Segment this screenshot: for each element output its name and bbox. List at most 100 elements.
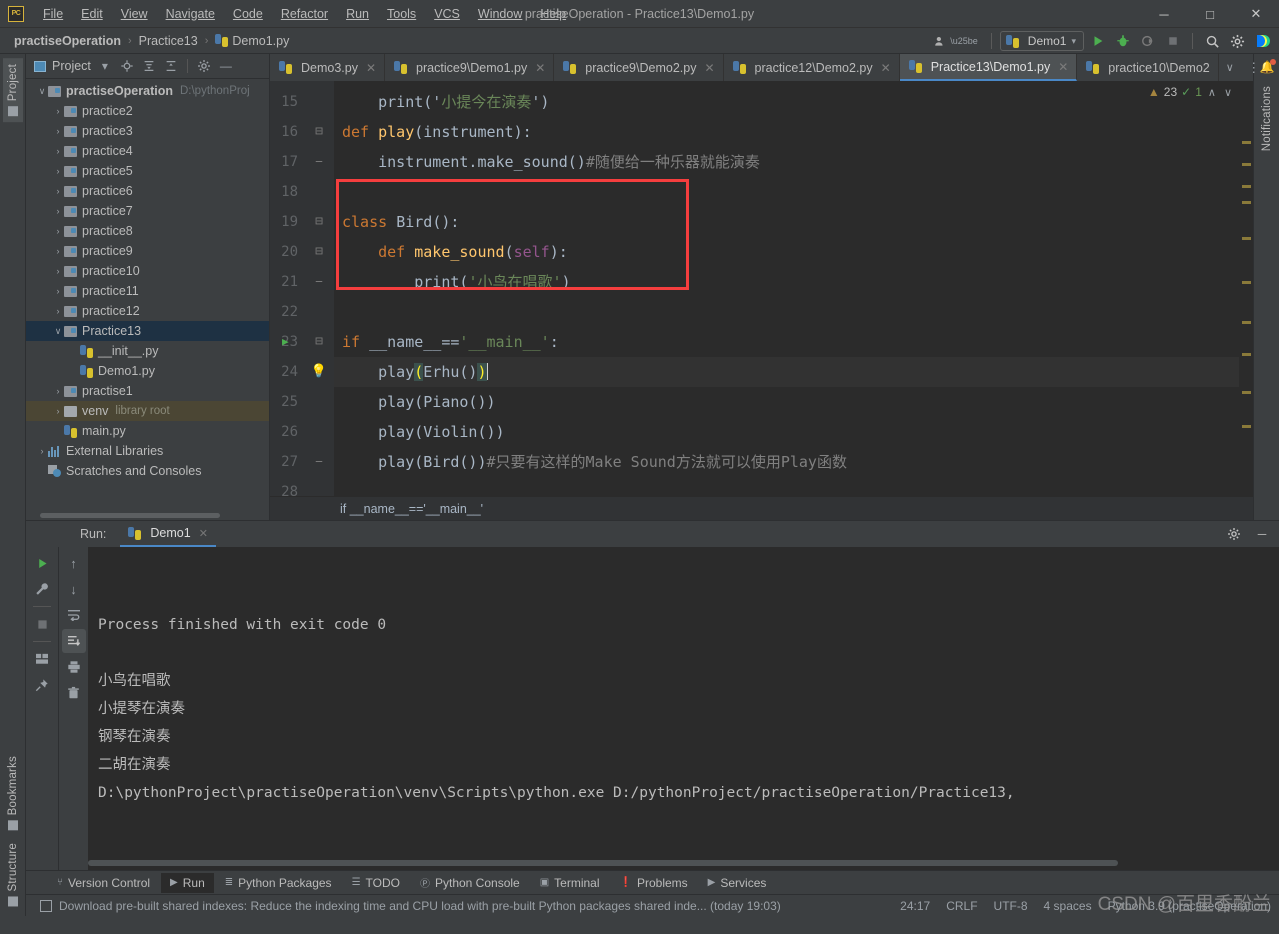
soft-wrap-button[interactable] xyxy=(62,603,86,627)
chevron-right-icon[interactable]: › xyxy=(52,386,64,396)
code-line[interactable] xyxy=(342,477,1239,496)
error-stripe-mark[interactable] xyxy=(1242,185,1251,188)
run-with-coverage-button[interactable] xyxy=(1137,30,1159,52)
chevron-down-icon[interactable]: ∨ xyxy=(36,86,48,97)
intention-bulb-icon[interactable]: 💡 xyxy=(304,357,334,387)
editor-error-stripe[interactable] xyxy=(1239,81,1253,496)
tree-row[interactable]: › practice12 xyxy=(26,301,269,321)
tree-row[interactable]: Scratches and Consoles xyxy=(26,461,269,481)
menu-item-navigate[interactable]: Navigate xyxy=(157,3,224,25)
minimize-button[interactable]: ─ xyxy=(1141,0,1187,28)
code-line[interactable]: play(Piano()) xyxy=(342,387,1239,417)
bottom-tool-tab[interactable]: ☰ TODO xyxy=(343,873,409,893)
menu-item-help[interactable]: Help xyxy=(531,3,575,25)
chevron-right-icon[interactable]: › xyxy=(52,106,64,116)
breadcrumb-file[interactable]: Demo1.py xyxy=(215,34,289,48)
stop-process-button[interactable] xyxy=(30,612,54,636)
menu-item-edit[interactable]: Edit xyxy=(72,3,112,25)
pin-tab-button[interactable] xyxy=(30,673,54,697)
clear-all-button[interactable] xyxy=(62,681,86,705)
tree-row[interactable]: ∨ practiseOperation D:\pythonProj xyxy=(26,81,269,101)
inspection-widget[interactable]: ▲ 23 ✓ 1 ∧ ∨ xyxy=(1144,83,1237,101)
tool-tab-bookmarks[interactable]: Bookmarks xyxy=(3,750,23,836)
notifications-bell-icon[interactable]: 🔔 xyxy=(1260,59,1276,74)
project-horizontal-scrollbar[interactable] xyxy=(26,511,269,520)
chevron-right-icon[interactable]: › xyxy=(52,146,64,156)
search-everywhere-button[interactable] xyxy=(1201,30,1223,52)
editor-tab-close-icon[interactable]: ✕ xyxy=(881,61,891,75)
chevron-right-icon[interactable]: › xyxy=(52,186,64,196)
tree-row[interactable]: › practice11 xyxy=(26,281,269,301)
error-stripe-mark[interactable] xyxy=(1242,201,1251,204)
run-line-gutter-icon[interactable]: ▶ xyxy=(282,327,289,357)
chevron-right-icon[interactable]: › xyxy=(52,166,64,176)
caret-position[interactable]: 24:17 xyxy=(900,899,930,913)
line-separator[interactable]: CRLF xyxy=(946,899,977,913)
menu-item-run[interactable]: Run xyxy=(337,3,378,25)
run-panel-hide-icon[interactable]: ─ xyxy=(1251,523,1273,545)
tree-row[interactable]: Demo1.py xyxy=(26,361,269,381)
console-horizontal-scrollbar[interactable] xyxy=(88,860,1265,868)
chevron-right-icon[interactable]: › xyxy=(52,246,64,256)
menu-item-vcs[interactable]: VCS xyxy=(425,3,469,25)
rerun-button[interactable] xyxy=(30,551,54,575)
close-button[interactable]: ✕ xyxy=(1233,0,1279,28)
python-interpreter[interactable]: Python 3.9 (practiseOperation) xyxy=(1108,899,1271,913)
prev-problem-icon[interactable]: ∧ xyxy=(1206,86,1218,99)
code-line[interactable]: print('小提今在演奏') xyxy=(342,87,1239,117)
collapse-all-icon[interactable] xyxy=(163,58,179,74)
code-line[interactable]: play(Erhu()) xyxy=(334,357,1239,387)
chevron-right-icon[interactable]: › xyxy=(52,206,64,216)
code-line[interactable]: instrument.make_sound()#随便给一种乐器就能演奏 xyxy=(342,147,1239,177)
tree-row[interactable]: › practice2 xyxy=(26,101,269,121)
menu-item-refactor[interactable]: Refactor xyxy=(272,3,337,25)
tree-row[interactable]: main.py xyxy=(26,421,269,441)
project-tree[interactable]: ∨ practiseOperation D:\pythonProj › practice… xyxy=(26,79,269,511)
error-stripe-mark[interactable] xyxy=(1242,141,1251,144)
tool-tab-project[interactable]: Project xyxy=(2,58,23,123)
indent-setting[interactable]: 4 spaces xyxy=(1044,899,1092,913)
tree-row[interactable]: › practice6 xyxy=(26,181,269,201)
run-panel-settings-icon[interactable] xyxy=(1223,523,1245,545)
file-encoding[interactable]: UTF-8 xyxy=(994,899,1028,913)
bottom-tool-tab[interactable]: ▶ Run xyxy=(161,872,214,893)
layout-settings-button[interactable] xyxy=(30,647,54,671)
bottom-tool-tab[interactable]: ▶ Services xyxy=(699,873,776,893)
project-settings-icon[interactable] xyxy=(196,58,212,74)
error-stripe-mark[interactable] xyxy=(1242,425,1251,428)
editor-tab-close-icon[interactable]: ✕ xyxy=(1058,60,1068,74)
code-line[interactable]: play(Violin()) xyxy=(342,417,1239,447)
code-line[interactable]: if __name__=='__main__': xyxy=(342,327,1239,357)
menu-item-tools[interactable]: Tools xyxy=(378,3,425,25)
editor-tab[interactable]: practice9\Demo1.py ✕ xyxy=(385,54,555,81)
tree-row[interactable]: › practice4 xyxy=(26,141,269,161)
editor-tab-close-icon[interactable]: ✕ xyxy=(366,61,376,75)
run-configuration-selector[interactable]: Demo1 ▾ xyxy=(999,31,1084,51)
chevron-down-icon[interactable]: ▾ xyxy=(97,58,113,74)
editor-gutter[interactable]: ⊟ ⎯ ⊟ ⊟ ⎯ ▶ ⊟ 💡 ⎯ xyxy=(282,81,334,496)
scroll-to-end-button[interactable] xyxy=(61,629,86,653)
code-line[interactable]: print('小鸟在唱歌') xyxy=(342,267,1239,297)
chevron-right-icon[interactable]: › xyxy=(52,286,64,296)
code-line[interactable]: def play(instrument): xyxy=(342,117,1239,147)
breadcrumb-project[interactable]: practiseOperation xyxy=(14,34,121,48)
hide-panel-icon[interactable]: — xyxy=(218,58,234,74)
chevron-right-icon[interactable]: › xyxy=(52,126,64,136)
editor-tab[interactable]: practice10\Demo2 xyxy=(1077,54,1219,81)
error-stripe-mark[interactable] xyxy=(1242,391,1251,394)
error-stripe-mark[interactable] xyxy=(1242,163,1251,166)
run-tab-demo1[interactable]: Demo1 ✕ xyxy=(120,522,216,547)
user-account-button[interactable]: \u25be xyxy=(929,33,983,50)
next-occurrence-button[interactable]: ↓ xyxy=(62,577,86,601)
editor-tab-close-icon[interactable]: ✕ xyxy=(704,61,714,75)
tree-row[interactable]: ∨ Practice13 xyxy=(26,321,269,341)
code-line[interactable]: play(Bird())#只要有这样的Make Sound方法就可以使用Play… xyxy=(342,447,1239,477)
code-line[interactable]: def make_sound(self): xyxy=(342,237,1239,267)
code-line[interactable] xyxy=(342,297,1239,327)
maximize-button[interactable]: □ xyxy=(1187,0,1233,28)
editor-tab[interactable]: Practice13\Demo1.py ✕ xyxy=(899,54,1078,81)
editor-breadcrumb-bar[interactable]: if __name__=='__main__' xyxy=(270,496,1253,520)
editor-tab-close-icon[interactable]: ✕ xyxy=(535,61,545,75)
menu-item-file[interactable]: File xyxy=(34,3,72,25)
run-button[interactable] xyxy=(1087,30,1109,52)
